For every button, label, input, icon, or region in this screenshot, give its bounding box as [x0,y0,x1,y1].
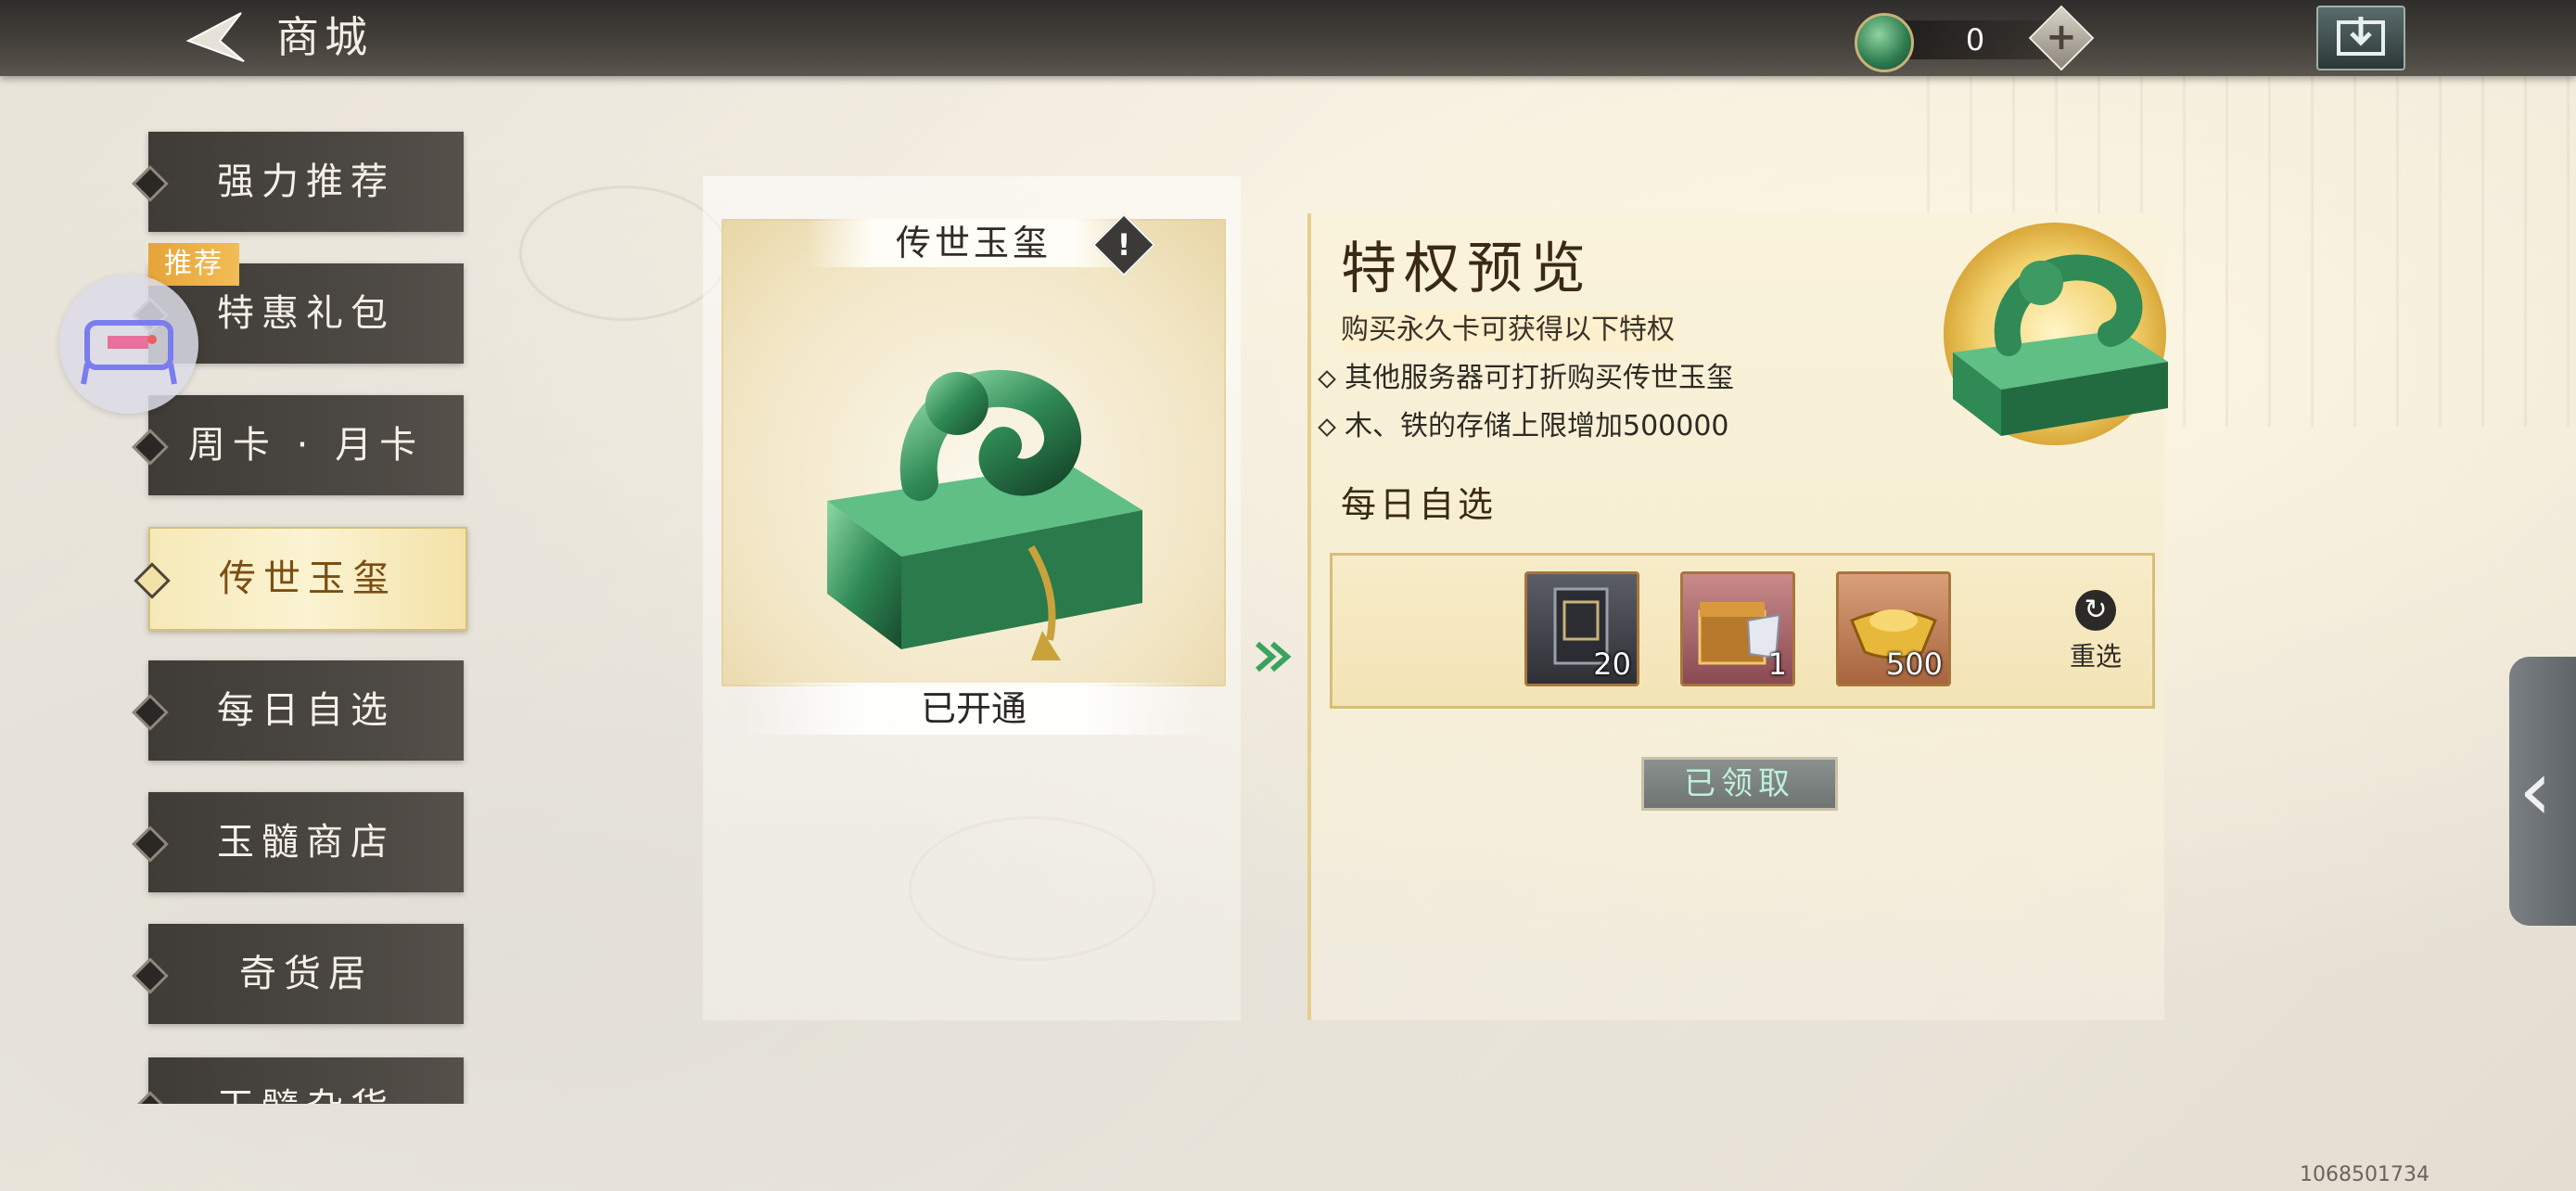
currency-value: 0 [1965,22,1985,58]
exclamation-icon: ! [1116,227,1131,263]
back-button[interactable] [172,6,255,70]
sidebar-item-jade-shop[interactable]: 玉髓商店 [132,792,464,892]
privilege-title: 特权预览 [1341,237,1593,301]
reselect-button[interactable]: ↻ 重选 [2049,590,2142,683]
privilege-line: 木、铁的存储上限增加500000 [1318,406,1729,447]
sidebar-item-label: 强力推荐 [217,160,395,203]
reselect-label: 重选 [2069,641,2122,672]
jade-seal-medal-icon [1944,223,2168,445]
privilege-text: 其他服务器可打折购买传世玉玺 [1345,362,1734,394]
page-title: 商城 [276,12,373,62]
sidebar-item-label: 每日自选 [217,689,395,732]
sidebar-item-label: 玉髓商店 [217,821,395,864]
sidebar-item-label: 传世玉玺 [219,557,397,600]
jade-dragon-icon [1855,13,1914,72]
claimed-button[interactable]: 已领取 [1641,757,1838,811]
diamond-bullet-icon [1318,417,1336,437]
reward-slot[interactable]: 20 [1524,571,1639,686]
daily-select-title: 每日自选 [1341,484,1498,525]
privilege-text: 木、铁的存储上限增加500000 [1345,410,1729,442]
reward-slot[interactable]: 1 [1680,571,1795,686]
gamepad-icon [81,320,177,385]
sidebar-item-label: 奇货居 [239,953,373,995]
sidebar-item-daily-select[interactable]: 每日自选 [132,660,464,761]
sidebar-item-label: 玉髓杂货 [148,1057,464,1104]
top-bar: 商城 0 + [0,0,2576,76]
reward-quantity: 1 [1767,647,1787,682]
jade-seal-icon [827,369,1142,660]
privilege-line: 其他服务器可打折购买传世玉玺 [1318,358,1734,399]
item-name: 传世玉玺 [895,223,1052,263]
back-arrow-icon [185,12,245,62]
refresh-icon: ↻ [2075,590,2116,631]
user-id: 1068501734 [2300,1163,2429,1186]
side-expand-tab[interactable]: ‹ [2509,657,2576,926]
reward-quantity: 500 [1885,647,1943,682]
sidebar-item-recommended[interactable]: 强力推荐 [132,132,464,232]
floating-gamepad-button[interactable] [59,275,198,414]
double-chevron-icon [1256,641,1292,672]
download-button[interactable] [2316,6,2405,70]
reward-slot[interactable]: 500 [1836,571,1951,686]
chevron-left-icon: ‹ [2519,742,2552,839]
activation-status: 已开通 [742,683,1205,735]
sidebar-item-curio-shop[interactable]: 奇货居 [132,924,464,1024]
plus-icon: + [2046,16,2077,58]
diamond-bullet-icon [1318,369,1336,389]
sidebar-item-jade-seal[interactable]: 传世玉玺 [134,527,467,631]
download-icon [2337,17,2385,56]
category-sidebar: 强力推荐 特惠礼包 周卡 · 月卡 传世玉玺 每日自选 玉髓商店 奇货居 玉髓杂… [0,121,482,1104]
sidebar-item-jade-sundries[interactable]: 玉髓杂货 [132,1057,464,1104]
cloud-decoration [519,186,729,321]
privilege-subtitle: 购买永久卡可获得以下特权 [1341,310,1675,351]
reward-quantity: 20 [1593,647,1631,682]
